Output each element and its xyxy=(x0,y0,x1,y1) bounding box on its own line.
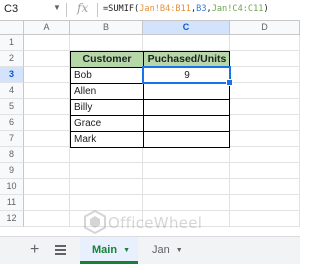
sheet-tab-jan[interactable]: Jan ▼ xyxy=(140,237,190,264)
row-header-10[interactable]: 10 xyxy=(0,179,24,195)
watermark: OfficeWheel xyxy=(76,208,236,238)
table-cell-customer[interactable]: Billy xyxy=(70,99,143,115)
grid-cell[interactable] xyxy=(230,99,300,115)
formula-range-2: Jan!C4:C11 xyxy=(211,4,264,14)
chevron-down-icon[interactable]: ▼ xyxy=(123,247,130,254)
grid-cell[interactable] xyxy=(24,51,70,67)
grid-cell[interactable] xyxy=(70,147,143,163)
select-all-corner[interactable] xyxy=(0,21,24,35)
row-header-6[interactable]: 6 xyxy=(0,115,24,131)
divider xyxy=(97,3,98,17)
name-box-dropdown-icon[interactable]: ▼ xyxy=(53,3,61,12)
grid-cell[interactable] xyxy=(70,163,143,179)
table-cell-units[interactable]: 9 xyxy=(143,67,230,83)
table-cell-units[interactable] xyxy=(143,83,230,99)
row-header-12[interactable]: 12 xyxy=(0,211,24,227)
add-sheet-icon[interactable]: + xyxy=(30,241,39,259)
grid-cell[interactable] xyxy=(143,179,230,195)
formula-input[interactable]: =SUMIF(Jan!B4:B11,B3,Jan!C4:C11) xyxy=(103,4,269,14)
grid-cell[interactable] xyxy=(24,179,70,195)
row-header-8[interactable]: 8 xyxy=(0,147,24,163)
grid-cell[interactable] xyxy=(24,35,70,51)
formula-suffix: ) xyxy=(263,4,269,14)
grid-cell[interactable] xyxy=(24,211,70,227)
grid-cell[interactable] xyxy=(230,131,300,147)
grid-cell[interactable] xyxy=(24,131,70,147)
grid-cell[interactable] xyxy=(230,67,300,83)
grid-cell[interactable] xyxy=(230,163,300,179)
row-header-11[interactable]: 11 xyxy=(0,195,24,211)
grid-cell[interactable] xyxy=(24,147,70,163)
column-header-a[interactable]: A xyxy=(24,21,70,35)
grid-cell[interactable] xyxy=(230,83,300,99)
table-cell-customer[interactable]: Grace xyxy=(70,115,143,131)
column-header-d[interactable]: D xyxy=(230,21,300,35)
all-sheets-menu-icon[interactable] xyxy=(55,245,66,257)
grid-cell[interactable] xyxy=(143,163,230,179)
table-cell-units[interactable] xyxy=(143,99,230,115)
grid-cell[interactable] xyxy=(230,51,300,67)
grid-cell[interactable] xyxy=(24,195,70,211)
grid-cell[interactable] xyxy=(70,35,143,51)
row-header-1[interactable]: 1 xyxy=(0,35,24,51)
grid-cell[interactable] xyxy=(24,83,70,99)
fill-handle[interactable] xyxy=(226,79,233,86)
grid-cell[interactable] xyxy=(143,147,230,163)
grid-cell[interactable] xyxy=(24,67,70,83)
formula-criterion: B3 xyxy=(196,4,207,14)
grid-cell[interactable] xyxy=(24,99,70,115)
grid-cell[interactable] xyxy=(230,35,300,51)
table-cell-customer[interactable]: Mark xyxy=(70,131,143,147)
row-header-2[interactable]: 2 xyxy=(0,51,24,67)
fx-icon: fx xyxy=(77,1,89,15)
grid-cell[interactable] xyxy=(230,115,300,131)
formula-bar: C3 ▼ fx =SUMIF(Jan!B4:B11,B3,Jan!C4:C11) xyxy=(0,0,300,21)
table-header-purchased-units[interactable]: Puchased/Units xyxy=(143,51,230,67)
sheet-tab-main[interactable]: Main ▼ xyxy=(80,237,138,264)
table-cell-units[interactable] xyxy=(143,115,230,131)
table-header-customer[interactable]: Customer xyxy=(70,51,143,67)
table-cell-units[interactable] xyxy=(143,131,230,147)
grid-cell[interactable] xyxy=(70,179,143,195)
name-box[interactable]: C3 xyxy=(4,3,56,15)
row-header-4[interactable]: 4 xyxy=(0,83,24,99)
divider xyxy=(66,3,67,17)
row-header-3[interactable]: 3 xyxy=(0,67,24,83)
sheet-tabs-bar: + Main ▼ Jan ▼ xyxy=(0,236,300,264)
table-cell-customer[interactable]: Allen xyxy=(70,83,143,99)
grid-cell[interactable] xyxy=(230,195,300,211)
watermark-text: OfficeWheel xyxy=(108,214,203,232)
column-header-b[interactable]: B xyxy=(70,21,143,35)
officewheel-logo-icon xyxy=(84,210,106,234)
grid-cell[interactable] xyxy=(230,147,300,163)
grid-cell[interactable] xyxy=(230,211,300,227)
column-header-c[interactable]: C xyxy=(143,21,230,35)
sheet-tab-label: Jan xyxy=(152,244,170,256)
formula-prefix: =SUMIF( xyxy=(103,4,140,14)
chevron-down-icon[interactable]: ▼ xyxy=(176,247,183,254)
grid-cell[interactable] xyxy=(24,115,70,131)
formula-range-1: Jan!B4:B11 xyxy=(139,4,191,14)
grid-cell[interactable] xyxy=(143,35,230,51)
grid-cell[interactable] xyxy=(230,179,300,195)
row-header-7[interactable]: 7 xyxy=(0,131,24,147)
table-cell-customer[interactable]: Bob xyxy=(70,67,143,83)
row-header-9[interactable]: 9 xyxy=(0,163,24,179)
row-header-5[interactable]: 5 xyxy=(0,99,24,115)
sheet-tab-label: Main xyxy=(92,244,118,256)
grid-cell[interactable] xyxy=(24,163,70,179)
